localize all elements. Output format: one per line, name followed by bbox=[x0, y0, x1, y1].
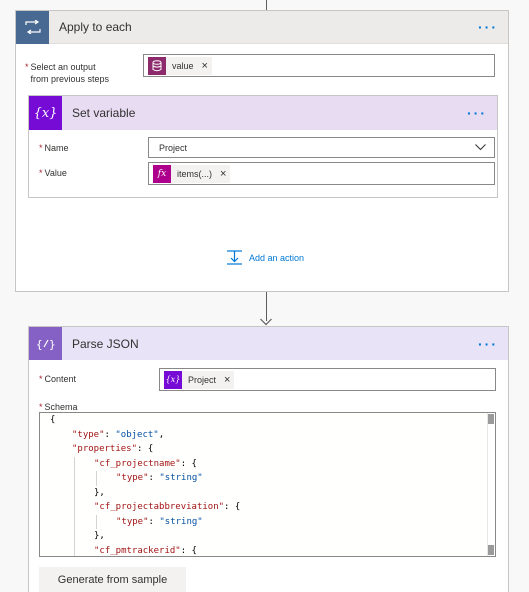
variable-icon: {x} bbox=[29, 96, 62, 130]
project-token[interactable]: {x} Project × bbox=[164, 370, 235, 389]
parse-json-more-icon[interactable]: ··· bbox=[478, 336, 498, 352]
indent-guide bbox=[74, 471, 75, 486]
schema-code-line: "cf_projectabbreviation": { bbox=[40, 500, 495, 515]
apply-to-each-header[interactable]: Apply to each ··· bbox=[16, 10, 508, 44]
required-mark: * bbox=[39, 168, 43, 178]
schema-code-text: "properties": { bbox=[72, 444, 154, 454]
set-variable-more-icon[interactable]: ··· bbox=[467, 105, 487, 121]
set-variable-card: {x} Set variable ··· * Name Project * Va… bbox=[28, 95, 498, 198]
select-output-input[interactable]: value × bbox=[143, 54, 495, 77]
select-output-label-line2: from previous steps bbox=[30, 74, 110, 84]
select-output-label-line1: Select an output bbox=[30, 62, 96, 72]
arrow-down-icon bbox=[260, 318, 272, 326]
set-variable-title: Set variable bbox=[72, 106, 136, 120]
schema-code-text: }, bbox=[94, 531, 105, 541]
value-input[interactable]: fx items(...) × bbox=[148, 162, 495, 185]
variable-icon: {x} bbox=[164, 370, 182, 389]
loop-icon bbox=[16, 10, 49, 44]
schema-code-editor[interactable]: { "type": "object", "properties": { "cf_pro… bbox=[39, 412, 496, 557]
schema-code-lines: { "type": "object", "properties": { "cf_pro… bbox=[40, 413, 495, 556]
remove-items-token-icon[interactable]: × bbox=[220, 168, 226, 180]
schema-code-line: }, bbox=[40, 485, 495, 500]
indent-guide bbox=[96, 514, 97, 529]
schema-code-text: }, bbox=[94, 487, 105, 498]
generate-from-sample-button[interactable]: Generate from sample bbox=[39, 567, 186, 592]
required-mark: * bbox=[39, 374, 43, 384]
value-label: * Value bbox=[39, 167, 67, 179]
database-icon bbox=[148, 56, 166, 75]
schema-code-line: "properties": { bbox=[40, 442, 495, 457]
items-token[interactable]: fx items(...) × bbox=[153, 164, 231, 183]
name-select[interactable]: Project bbox=[148, 137, 495, 158]
schema-code-line: "type": "string" bbox=[40, 471, 495, 486]
name-select-value: Project bbox=[159, 142, 188, 153]
apply-to-each-more-icon[interactable]: ··· bbox=[478, 19, 498, 35]
scrollbar-top-marker bbox=[488, 414, 494, 424]
content-label: * Content bbox=[39, 373, 76, 385]
add-action-icon bbox=[227, 250, 242, 265]
add-an-action-label: Add an action bbox=[249, 252, 305, 263]
select-output-label: * Select an output from previous steps bbox=[25, 61, 109, 85]
svg-text:{: { bbox=[36, 338, 43, 351]
project-token-label: Project bbox=[188, 374, 217, 385]
editor-scrollbar[interactable] bbox=[487, 413, 495, 556]
svg-text:}: } bbox=[49, 338, 56, 351]
schema-code-text: "cf_pmtrackerid": { bbox=[94, 545, 197, 556]
value-label-text: Value bbox=[44, 168, 67, 178]
schema-code-text: "type": "object", bbox=[72, 429, 165, 440]
value-token-label: value bbox=[172, 60, 194, 71]
remove-value-token-icon[interactable]: × bbox=[202, 60, 208, 72]
indent-guide bbox=[74, 456, 75, 471]
name-label-text: Name bbox=[44, 143, 69, 153]
parse-json-icon: { } bbox=[29, 327, 62, 360]
name-label: * Name bbox=[39, 142, 69, 154]
add-an-action-button[interactable]: Add an action bbox=[226, 249, 304, 266]
schema-code-line: "cf_pmtrackerid": { bbox=[40, 543, 495, 556]
indent-guide bbox=[74, 529, 75, 544]
indent-guide bbox=[74, 543, 75, 556]
schema-code-text: "type": "string" bbox=[116, 473, 203, 483]
parse-json-header[interactable]: { } Parse JSON ··· bbox=[29, 327, 508, 360]
schema-code-text: "cf_projectabbreviation": { bbox=[94, 502, 241, 512]
chevron-down-icon bbox=[475, 144, 486, 151]
set-variable-header[interactable]: {x} Set variable ··· bbox=[29, 96, 497, 130]
schema-code-line: "type": "string" bbox=[40, 514, 495, 529]
items-token-label: items(...) bbox=[177, 168, 212, 179]
required-mark: * bbox=[25, 62, 29, 72]
schema-code-line: "type": "object", bbox=[40, 428, 495, 443]
schema-code-text: "type": "string" bbox=[116, 516, 203, 527]
scrollbar-bottom-marker bbox=[488, 545, 494, 555]
indent-guide bbox=[74, 500, 75, 515]
schema-code-text: "cf_projectname": { bbox=[94, 458, 197, 469]
content-label-text: Content bbox=[44, 374, 77, 384]
apply-to-each-title: Apply to each bbox=[59, 20, 132, 34]
content-input[interactable]: {x} Project × bbox=[159, 368, 496, 391]
remove-project-token-icon[interactable]: × bbox=[224, 374, 230, 386]
schema-code-line: }, bbox=[40, 529, 495, 544]
indent-guide bbox=[74, 485, 75, 500]
parse-json-title: Parse JSON bbox=[72, 336, 139, 351]
schema-code-line: { bbox=[40, 413, 495, 428]
parse-json-card: { } Parse JSON ··· * Content {x} Project… bbox=[28, 326, 509, 592]
indent-guide bbox=[74, 514, 75, 529]
schema-code-line: "cf_projectname": { bbox=[40, 456, 495, 471]
function-icon: fx bbox=[153, 164, 171, 183]
value-token[interactable]: value × bbox=[148, 56, 212, 75]
schema-code-text: { bbox=[50, 415, 56, 425]
required-mark: * bbox=[39, 143, 43, 153]
indent-guide bbox=[96, 471, 97, 486]
